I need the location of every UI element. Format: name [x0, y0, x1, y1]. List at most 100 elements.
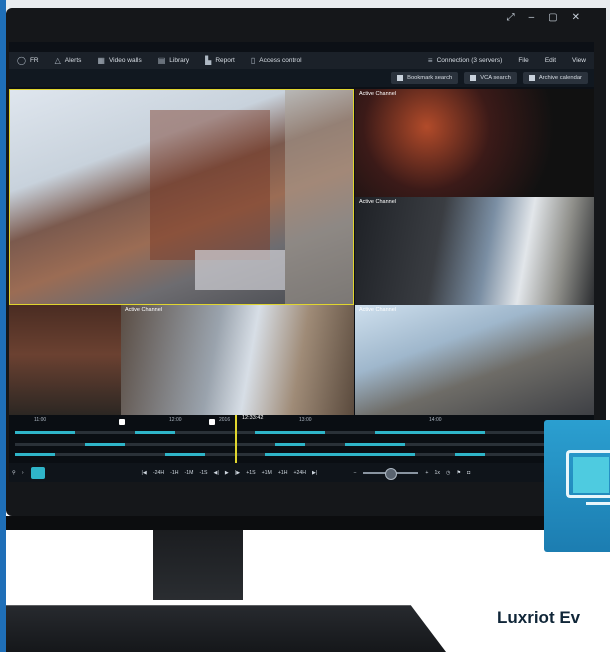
archive-calendar-button[interactable]: Archive calendar: [522, 72, 588, 84]
recording-segment: [455, 453, 485, 456]
door-icon: ▯: [250, 56, 256, 65]
forward-1s-button[interactable]: +1S: [243, 470, 258, 476]
monitor-stand-base: [6, 605, 446, 652]
monitor-chin: [6, 516, 606, 530]
bookmark-marker[interactable]: [209, 419, 215, 425]
speed-plus-button[interactable]: +: [422, 470, 431, 476]
cursor-time: 12:33:42: [240, 415, 266, 421]
recording-segment: [85, 443, 125, 446]
recording-segment: [135, 431, 175, 434]
back-1m-button[interactable]: -1M: [182, 470, 197, 476]
minimize-icon[interactable]: –: [529, 12, 535, 23]
recording-segment: [15, 453, 55, 456]
camera-label: Active Channel: [359, 307, 396, 313]
jump-start-button[interactable]: |◀: [139, 470, 150, 476]
connection-status[interactable]: ≡ Connection (3 servers): [420, 56, 510, 65]
luxriot-app-icon: [544, 420, 610, 552]
step-back-button[interactable]: ◀|: [211, 470, 222, 476]
building-shape: [150, 110, 270, 260]
speed-knob[interactable]: [385, 467, 398, 480]
timeline-track: [15, 453, 585, 456]
back-1h-button[interactable]: -1H: [167, 470, 181, 476]
search-toolbar: Bookmark search VCA search Archive calen…: [9, 69, 594, 87]
bell-icon: △: [54, 56, 61, 65]
bookmark-icon[interactable]: ⚑: [453, 470, 464, 476]
grid-icon: ▦: [97, 56, 105, 65]
bookmark-search-button[interactable]: Bookmark search: [391, 72, 459, 84]
menu-view[interactable]: View: [564, 57, 594, 64]
recording-segment: [375, 431, 485, 434]
timeline-track: [15, 443, 585, 446]
camera-icon[interactable]: ◘: [464, 470, 473, 476]
timeline-tick: 12:00: [169, 417, 182, 423]
calendar-icon: [528, 75, 535, 81]
recording-segment: [265, 453, 415, 456]
timeline-tick: 13:00: [299, 417, 312, 423]
play-button[interactable]: ▶: [222, 470, 232, 476]
maximize-icon[interactable]: ▢: [548, 12, 557, 23]
brand-title: Luxriot Ev: [497, 608, 581, 627]
back-1s-button[interactable]: -1S: [196, 470, 210, 476]
menu-item-alerts[interactable]: △ Alerts: [47, 56, 90, 65]
vca-search-button[interactable]: VCA search: [464, 72, 517, 84]
menu-bar: ◯ FR △ Alerts ▦ Video walls ▤ Library ▙ Repor…: [9, 52, 594, 69]
camera-residential-lane[interactable]: Active Channel: [355, 305, 594, 415]
forward-24h-button[interactable]: +24H: [291, 470, 310, 476]
speed-slider[interactable]: [363, 467, 419, 480]
speed-value: 1x: [434, 469, 440, 476]
camera-label: Active Channel: [359, 199, 396, 205]
menu-item-library[interactable]: ▤ Library: [150, 56, 197, 65]
camera-narrow-street[interactable]: Active Channel: [355, 197, 594, 305]
camera-market-alley[interactable]: Active Channel: [355, 89, 594, 197]
playback-cursor[interactable]: [235, 415, 237, 463]
camera-main-street[interactable]: [9, 89, 354, 305]
car-shape: [195, 250, 285, 290]
export-button[interactable]: [30, 466, 45, 479]
camera-label: Active Channel: [125, 307, 162, 313]
bookmark-marker[interactable]: [119, 419, 125, 425]
step-forward-button[interactable]: |▶: [232, 470, 243, 476]
clock-icon[interactable]: ◷: [443, 470, 454, 476]
camera-shop-front[interactable]: [9, 305, 121, 415]
menu-item-access-control[interactable]: ▯ Access control: [243, 56, 310, 65]
jump-end-button[interactable]: ▶|: [309, 470, 320, 476]
camera-label: Active Channel: [359, 91, 396, 97]
vca-icon: [470, 75, 477, 81]
timeline-tick: 14:00: [429, 417, 442, 423]
menu-item-video-walls[interactable]: ▦ Video walls: [89, 56, 149, 65]
back-24h-button[interactable]: -24H: [150, 470, 167, 476]
recording-segment: [345, 443, 405, 446]
recording-segment: [15, 431, 75, 434]
monitor-stand-neck: [153, 530, 243, 600]
monitor: ⤢ – ▢ ✕ ◯ FR △ Alerts ▦ Video walls ▤ Librar…: [6, 8, 606, 516]
recording-segment: [165, 453, 205, 456]
speed-minus-button[interactable]: −: [350, 470, 359, 476]
app-screen: ◯ FR △ Alerts ▦ Video walls ▤ Library ▙ Repor…: [9, 42, 594, 482]
recording-segment: [275, 443, 305, 446]
forward-1h-button[interactable]: +1H: [275, 470, 291, 476]
camera-city-lane[interactable]: Active Channel: [121, 305, 354, 415]
window-controls: ⤢ – ▢ ✕: [507, 12, 580, 23]
timeline[interactable]: 11:00 12:00 2016 13:00 14:00 12:33:42: [9, 415, 594, 463]
expand-icon[interactable]: ›: [19, 470, 27, 476]
timeline-track: [15, 431, 585, 434]
menu-edit[interactable]: Edit: [537, 57, 564, 64]
menu-file[interactable]: File: [510, 57, 536, 64]
playback-controls: ⚲ › |◀ -24H -1H -1M -1S ◀| ▶ |▶ +1S +1M …: [9, 463, 594, 482]
menu-right: ≡ Connection (3 servers) File Edit View: [420, 56, 594, 65]
bookmark-icon: [397, 75, 404, 81]
close-icon[interactable]: ✕: [572, 12, 580, 23]
wall-shape: [285, 90, 353, 304]
fullscreen-icon[interactable]: ⤢: [507, 12, 515, 23]
user-icon: ◯: [17, 56, 26, 65]
menu-item-fr[interactable]: ◯ FR: [9, 56, 47, 65]
run-icon[interactable]: ⚲: [9, 470, 19, 476]
recording-segment: [255, 431, 325, 434]
monitor-icon: [566, 450, 610, 498]
library-icon: ▤: [157, 56, 166, 65]
server-icon: ≡: [427, 56, 433, 65]
menu-item-report[interactable]: ▙ Report: [197, 56, 243, 65]
forward-1m-button[interactable]: +1M: [259, 470, 275, 476]
chart-icon: ▙: [205, 56, 212, 65]
timeline-tick: 11:00: [34, 417, 47, 423]
